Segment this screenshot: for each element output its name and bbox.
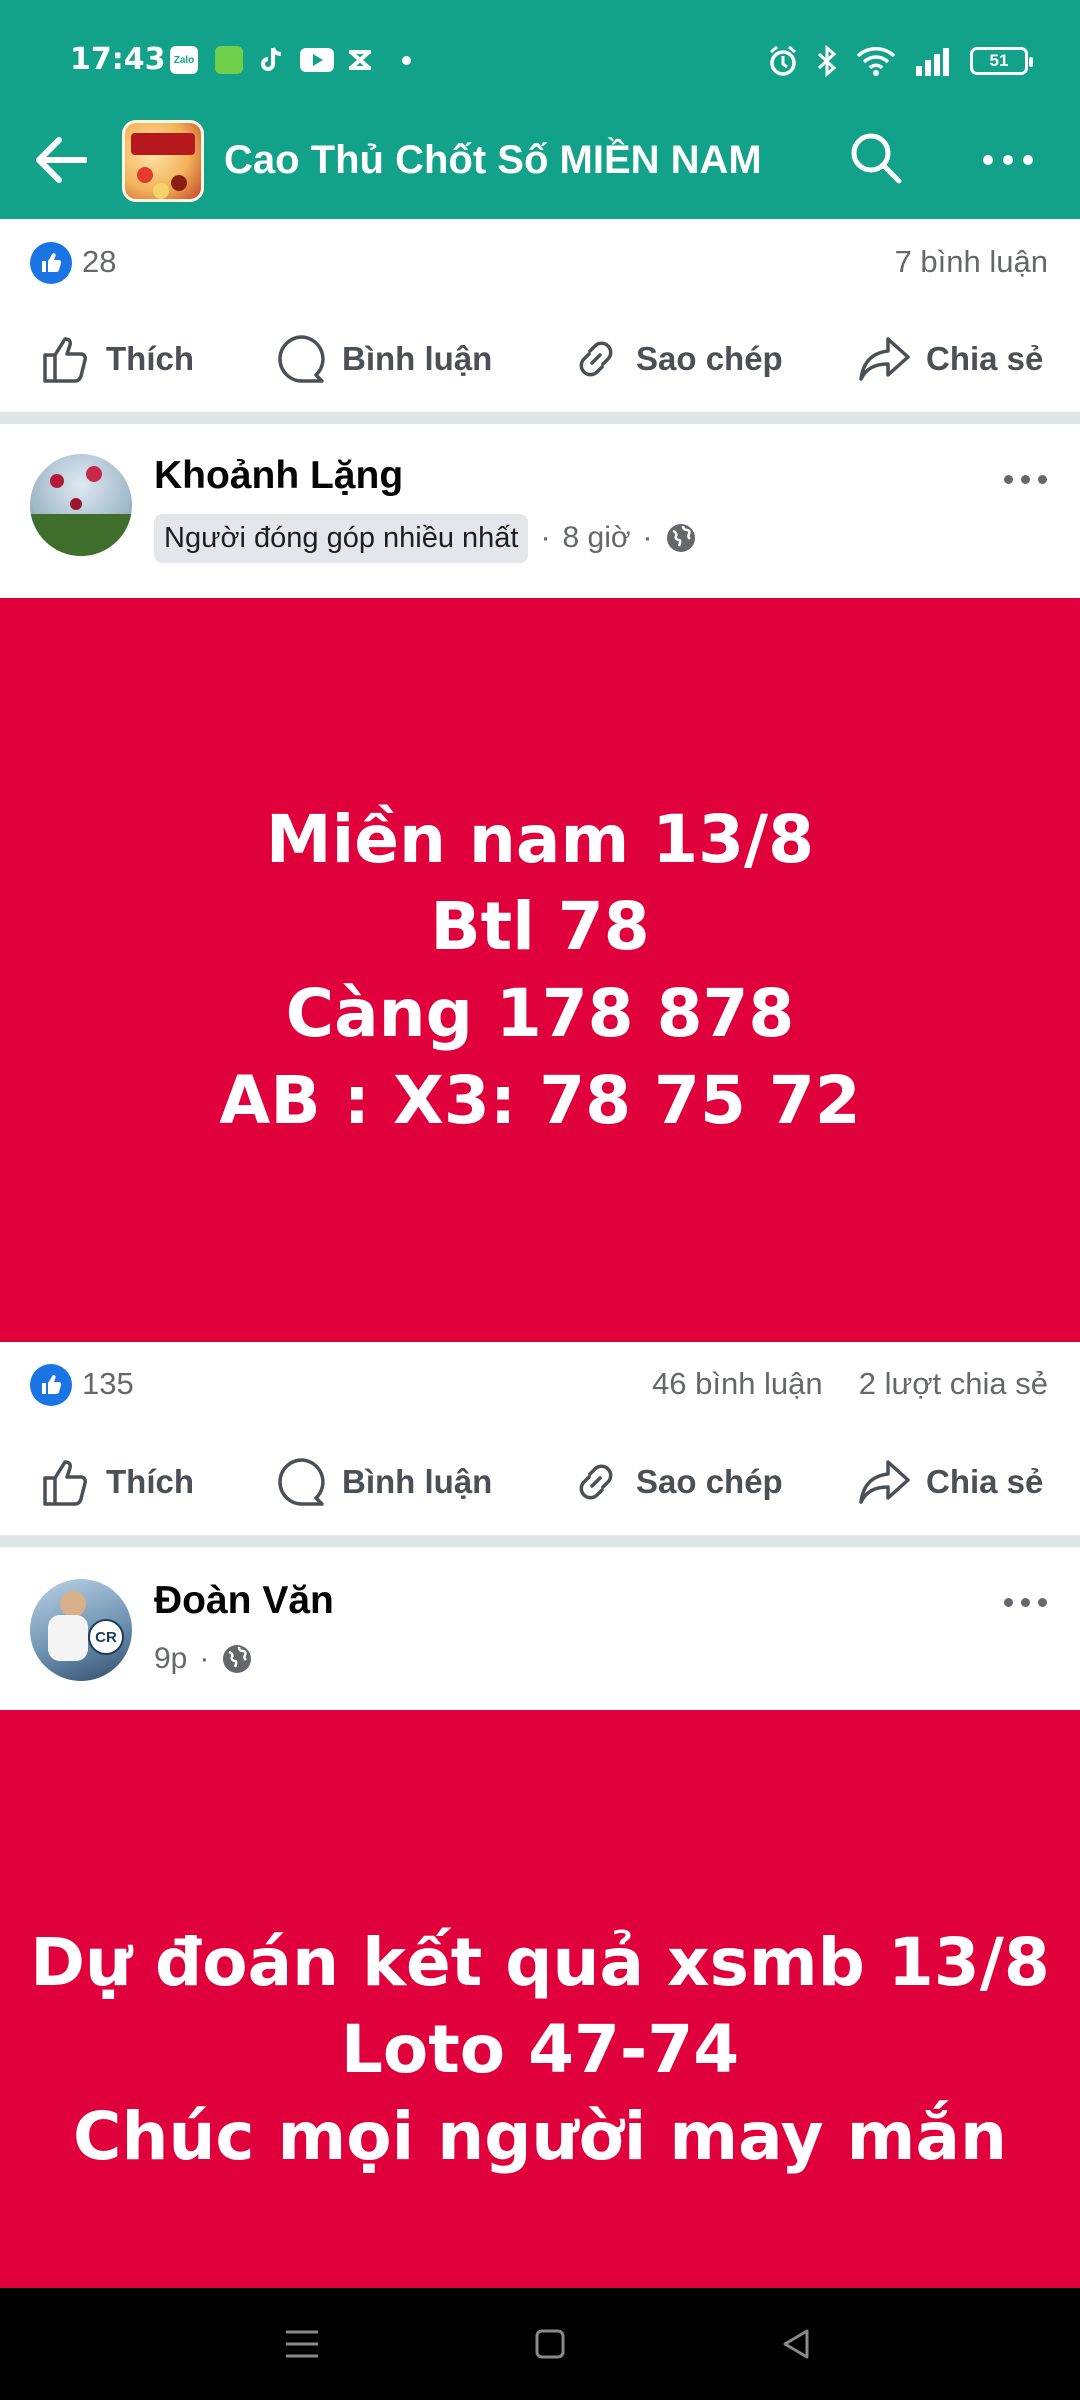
comment-bubble-icon <box>278 1458 325 1506</box>
group-title[interactable]: Cao Thủ Chốt Số MIỀN NAM <box>224 138 762 183</box>
back-button[interactable] <box>30 130 90 190</box>
author-avatar[interactable]: CR <box>30 1579 132 1681</box>
share-count[interactable]: 2 lượt chia sẻ <box>859 1366 1048 1402</box>
post-image-line: Miền nam 13/8 <box>265 801 815 878</box>
like-reaction-icon <box>30 1364 72 1406</box>
post-divider <box>0 412 1080 424</box>
tiktok-icon <box>258 46 286 74</box>
battery-indicator: 51 <box>970 47 1033 75</box>
signal-icon <box>916 48 949 76</box>
reaction-summary[interactable]: 28 7 bình luận <box>0 222 1080 302</box>
comment-button[interactable]: Bình luận <box>276 309 492 409</box>
alarm-icon <box>770 45 796 76</box>
triangle-back-icon <box>783 2329 809 2359</box>
post-meta: Người đóng góp nhiều nhất · 8 giờ · <box>154 512 697 564</box>
separator-dot: · <box>199 1642 210 1675</box>
comment-button[interactable]: Bình luận <box>276 1432 492 1532</box>
system-navigation-bar <box>0 2288 1080 2400</box>
like-button[interactable]: Thích <box>40 309 194 409</box>
comment-bubble-icon <box>278 335 325 383</box>
public-globe-icon <box>666 524 695 552</box>
back-arrow-icon <box>36 137 87 183</box>
post-image-line: Càng 178 878 <box>285 975 795 1052</box>
app-icon <box>215 46 243 74</box>
link-icon <box>579 1464 613 1500</box>
reaction-summary[interactable]: 135 46 bình luận 2 lượt chia sẻ <box>0 1344 1080 1424</box>
thumbs-up-icon <box>43 1460 87 1506</box>
post-image-line: Btl 78 <box>430 888 650 965</box>
post-image-line: AB : X3: 78 75 72 <box>219 1062 861 1139</box>
post-image-line: Chúc mọi người may mắn <box>73 2097 1007 2175</box>
comment-count[interactable]: 7 bình luận <box>895 244 1048 280</box>
post-actions: Thích Bình luận Sao chép Chia sẻ <box>0 309 1080 409</box>
group-avatar[interactable] <box>122 120 204 202</box>
post-time[interactable]: 9p <box>154 1642 187 1676</box>
like-reaction-icon <box>30 242 72 284</box>
youtube-icon <box>300 48 334 72</box>
status-time: 17:43 <box>70 42 166 77</box>
public-globe-icon <box>223 1645 252 1673</box>
like-count: 135 <box>82 1366 134 1401</box>
share-arrow-icon <box>859 337 910 381</box>
post-header: Khoảnh Lặng Người đóng góp nhiều nhất · … <box>0 424 1080 594</box>
post-options-button[interactable] <box>1004 464 1056 494</box>
post-image[interactable]: Miền nam 13/8 Btl 78 Càng 178 878 AB : X… <box>0 598 1080 1342</box>
contributor-badge[interactable]: Người đóng góp nhiều nhất <box>154 513 529 563</box>
comment-count[interactable]: 46 bình luận <box>652 1366 823 1402</box>
bluetooth-icon <box>817 44 837 78</box>
post-image-line: Dự đoán kết quả xsmb 13/8 <box>30 1923 1050 2001</box>
more-options-button[interactable] <box>978 145 1038 175</box>
author-name[interactable]: Đoàn Văn <box>154 1579 334 1623</box>
zalo-icon: Zalo <box>170 46 198 74</box>
share-arrow-icon <box>859 1460 910 1504</box>
wifi-icon <box>856 47 896 76</box>
post-options-button[interactable] <box>1004 1587 1056 1617</box>
square-home-icon <box>535 2329 565 2359</box>
capcut-icon <box>346 46 374 74</box>
search-icon <box>851 133 902 184</box>
home-button[interactable] <box>520 2314 580 2374</box>
post-actions: Thích Bình luận Sao chép Chia sẻ <box>0 1432 1080 1532</box>
copy-link-button[interactable]: Sao chép <box>570 1432 783 1532</box>
like-count: 28 <box>82 244 117 279</box>
separator-dot: · <box>642 521 653 554</box>
copy-link-button[interactable]: Sao chép <box>570 309 783 409</box>
post-meta: 9p · <box>154 1633 253 1685</box>
like-button[interactable]: Thích <box>40 1432 194 1532</box>
more-notifications-dot <box>392 46 420 74</box>
thumbs-up-icon <box>43 337 87 383</box>
share-button[interactable]: Chia sẻ <box>858 309 1043 409</box>
post-time[interactable]: 8 giờ <box>562 521 630 555</box>
author-avatar[interactable] <box>30 454 132 556</box>
separator-dot: · <box>540 521 551 554</box>
post-image[interactable]: Dự đoán kết quả xsmb 13/8 Loto 47-74 Chú… <box>0 1710 1080 2288</box>
post-image-line: Loto 47-74 <box>340 2010 740 2088</box>
back-nav-button[interactable] <box>766 2314 826 2374</box>
link-icon <box>579 341 613 377</box>
recent-apps-button[interactable] <box>272 2314 332 2374</box>
share-button[interactable]: Chia sẻ <box>858 1432 1043 1532</box>
menu-lines-icon <box>286 2330 318 2358</box>
post-header: CR Đoàn Văn 9p · <box>0 1547 1080 1717</box>
app-header: 17:43 Zalo 51 Cao Thủ Chốt Số MIỀN NAM <box>0 0 1080 219</box>
author-name[interactable]: Khoảnh Lặng <box>154 454 403 498</box>
search-button[interactable] <box>848 130 908 190</box>
post-divider <box>0 1535 1080 1547</box>
